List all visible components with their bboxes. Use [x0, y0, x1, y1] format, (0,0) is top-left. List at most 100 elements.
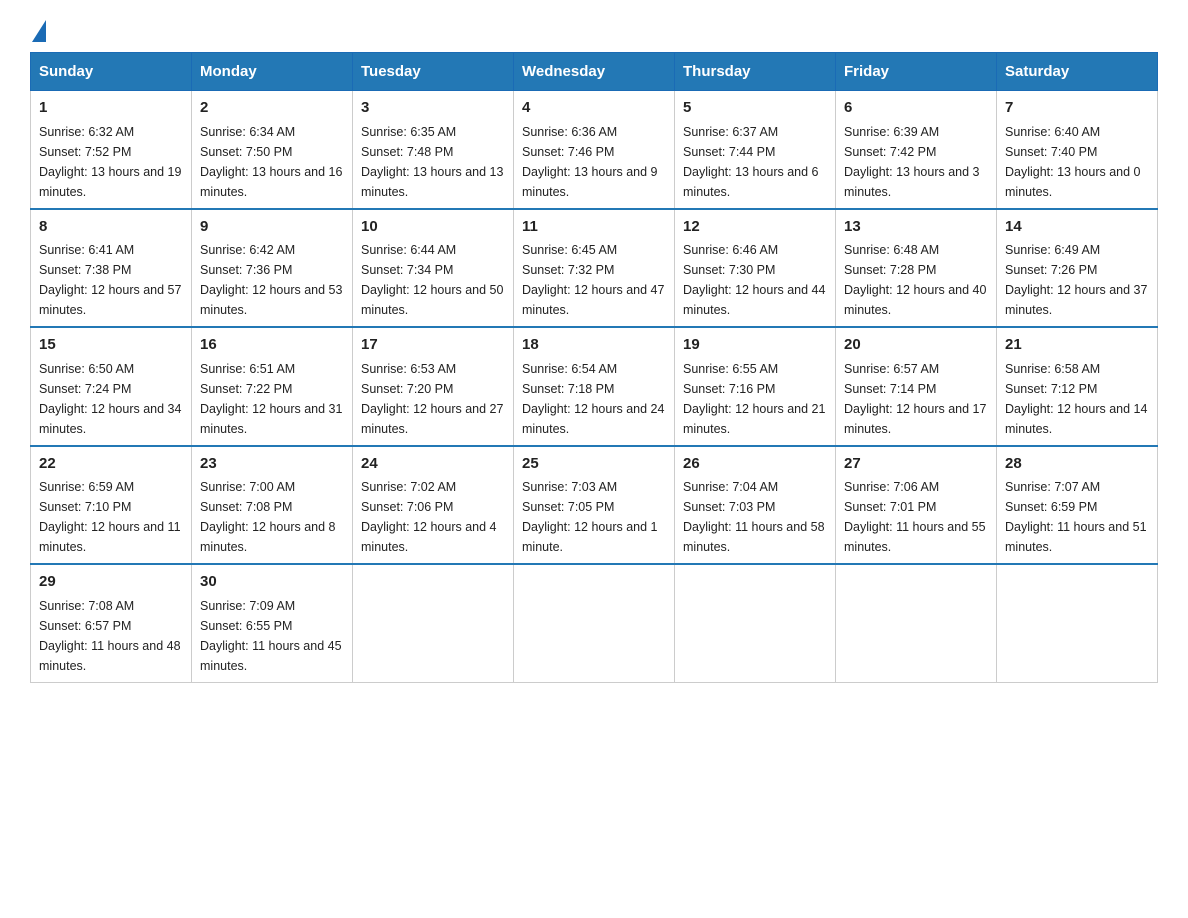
weekday-header-cell: Saturday [997, 53, 1158, 91]
day-info: Sunrise: 6:55 AMSunset: 7:16 PMDaylight:… [683, 359, 827, 439]
day-info: Sunrise: 6:36 AMSunset: 7:46 PMDaylight:… [522, 122, 666, 202]
calendar-day-cell: 27Sunrise: 7:06 AMSunset: 7:01 PMDayligh… [836, 446, 997, 565]
day-info: Sunrise: 7:09 AMSunset: 6:55 PMDaylight:… [200, 596, 344, 676]
day-info: Sunrise: 6:41 AMSunset: 7:38 PMDaylight:… [39, 240, 183, 320]
day-number: 5 [683, 97, 827, 120]
day-number: 28 [1005, 453, 1149, 476]
calendar-day-cell: 15Sunrise: 6:50 AMSunset: 7:24 PMDayligh… [31, 327, 192, 446]
calendar-day-cell: 26Sunrise: 7:04 AMSunset: 7:03 PMDayligh… [675, 446, 836, 565]
calendar-day-cell: 28Sunrise: 7:07 AMSunset: 6:59 PMDayligh… [997, 446, 1158, 565]
calendar-day-cell: 13Sunrise: 6:48 AMSunset: 7:28 PMDayligh… [836, 209, 997, 328]
calendar-day-cell: 17Sunrise: 6:53 AMSunset: 7:20 PMDayligh… [353, 327, 514, 446]
day-info: Sunrise: 6:51 AMSunset: 7:22 PMDaylight:… [200, 359, 344, 439]
calendar-day-cell: 9Sunrise: 6:42 AMSunset: 7:36 PMDaylight… [192, 209, 353, 328]
day-info: Sunrise: 6:40 AMSunset: 7:40 PMDaylight:… [1005, 122, 1149, 202]
day-info: Sunrise: 7:00 AMSunset: 7:08 PMDaylight:… [200, 477, 344, 557]
calendar-day-cell: 8Sunrise: 6:41 AMSunset: 7:38 PMDaylight… [31, 209, 192, 328]
day-number: 6 [844, 97, 988, 120]
calendar-day-cell: 19Sunrise: 6:55 AMSunset: 7:16 PMDayligh… [675, 327, 836, 446]
day-number: 4 [522, 97, 666, 120]
calendar-day-cell: 22Sunrise: 6:59 AMSunset: 7:10 PMDayligh… [31, 446, 192, 565]
day-info: Sunrise: 6:53 AMSunset: 7:20 PMDaylight:… [361, 359, 505, 439]
calendar-day-cell: 2Sunrise: 6:34 AMSunset: 7:50 PMDaylight… [192, 91, 353, 209]
day-info: Sunrise: 7:06 AMSunset: 7:01 PMDaylight:… [844, 477, 988, 557]
day-number: 29 [39, 571, 183, 594]
calendar-day-cell [514, 564, 675, 682]
calendar-day-cell: 12Sunrise: 6:46 AMSunset: 7:30 PMDayligh… [675, 209, 836, 328]
day-number: 8 [39, 216, 183, 239]
calendar-day-cell: 6Sunrise: 6:39 AMSunset: 7:42 PMDaylight… [836, 91, 997, 209]
day-number: 26 [683, 453, 827, 476]
calendar-day-cell: 7Sunrise: 6:40 AMSunset: 7:40 PMDaylight… [997, 91, 1158, 209]
day-number: 22 [39, 453, 183, 476]
day-info: Sunrise: 6:57 AMSunset: 7:14 PMDaylight:… [844, 359, 988, 439]
calendar-day-cell: 18Sunrise: 6:54 AMSunset: 7:18 PMDayligh… [514, 327, 675, 446]
calendar-week-row: 22Sunrise: 6:59 AMSunset: 7:10 PMDayligh… [31, 446, 1158, 565]
calendar-day-cell: 11Sunrise: 6:45 AMSunset: 7:32 PMDayligh… [514, 209, 675, 328]
calendar-day-cell: 25Sunrise: 7:03 AMSunset: 7:05 PMDayligh… [514, 446, 675, 565]
calendar-week-row: 29Sunrise: 7:08 AMSunset: 6:57 PMDayligh… [31, 564, 1158, 682]
calendar-day-cell: 24Sunrise: 7:02 AMSunset: 7:06 PMDayligh… [353, 446, 514, 565]
day-info: Sunrise: 6:45 AMSunset: 7:32 PMDaylight:… [522, 240, 666, 320]
calendar-day-cell: 16Sunrise: 6:51 AMSunset: 7:22 PMDayligh… [192, 327, 353, 446]
calendar-day-cell: 29Sunrise: 7:08 AMSunset: 6:57 PMDayligh… [31, 564, 192, 682]
day-info: Sunrise: 6:35 AMSunset: 7:48 PMDaylight:… [361, 122, 505, 202]
day-number: 30 [200, 571, 344, 594]
day-number: 14 [1005, 216, 1149, 239]
calendar-table: SundayMondayTuesdayWednesdayThursdayFrid… [30, 52, 1158, 683]
day-number: 12 [683, 216, 827, 239]
day-number: 7 [1005, 97, 1149, 120]
day-info: Sunrise: 6:34 AMSunset: 7:50 PMDaylight:… [200, 122, 344, 202]
calendar-day-cell: 5Sunrise: 6:37 AMSunset: 7:44 PMDaylight… [675, 91, 836, 209]
weekday-header-cell: Monday [192, 53, 353, 91]
calendar-day-cell: 21Sunrise: 6:58 AMSunset: 7:12 PMDayligh… [997, 327, 1158, 446]
day-number: 18 [522, 334, 666, 357]
day-info: Sunrise: 7:02 AMSunset: 7:06 PMDaylight:… [361, 477, 505, 557]
day-number: 9 [200, 216, 344, 239]
calendar-week-row: 8Sunrise: 6:41 AMSunset: 7:38 PMDaylight… [31, 209, 1158, 328]
day-number: 16 [200, 334, 344, 357]
calendar-day-cell: 23Sunrise: 7:00 AMSunset: 7:08 PMDayligh… [192, 446, 353, 565]
day-info: Sunrise: 7:07 AMSunset: 6:59 PMDaylight:… [1005, 477, 1149, 557]
calendar-day-cell: 20Sunrise: 6:57 AMSunset: 7:14 PMDayligh… [836, 327, 997, 446]
day-number: 1 [39, 97, 183, 120]
calendar-day-cell [997, 564, 1158, 682]
day-info: Sunrise: 6:39 AMSunset: 7:42 PMDaylight:… [844, 122, 988, 202]
weekday-header-cell: Tuesday [353, 53, 514, 91]
weekday-header-cell: Sunday [31, 53, 192, 91]
day-number: 19 [683, 334, 827, 357]
calendar-day-cell: 3Sunrise: 6:35 AMSunset: 7:48 PMDaylight… [353, 91, 514, 209]
day-info: Sunrise: 6:54 AMSunset: 7:18 PMDaylight:… [522, 359, 666, 439]
weekday-header-cell: Thursday [675, 53, 836, 91]
day-number: 15 [39, 334, 183, 357]
day-info: Sunrise: 6:58 AMSunset: 7:12 PMDaylight:… [1005, 359, 1149, 439]
day-info: Sunrise: 6:48 AMSunset: 7:28 PMDaylight:… [844, 240, 988, 320]
day-number: 20 [844, 334, 988, 357]
day-number: 11 [522, 216, 666, 239]
day-number: 24 [361, 453, 505, 476]
day-info: Sunrise: 7:04 AMSunset: 7:03 PMDaylight:… [683, 477, 827, 557]
calendar-body: 1Sunrise: 6:32 AMSunset: 7:52 PMDaylight… [31, 91, 1158, 683]
day-info: Sunrise: 6:46 AMSunset: 7:30 PMDaylight:… [683, 240, 827, 320]
day-number: 3 [361, 97, 505, 120]
calendar-week-row: 15Sunrise: 6:50 AMSunset: 7:24 PMDayligh… [31, 327, 1158, 446]
calendar-week-row: 1Sunrise: 6:32 AMSunset: 7:52 PMDaylight… [31, 91, 1158, 209]
day-info: Sunrise: 6:49 AMSunset: 7:26 PMDaylight:… [1005, 240, 1149, 320]
calendar-day-cell: 4Sunrise: 6:36 AMSunset: 7:46 PMDaylight… [514, 91, 675, 209]
calendar-day-cell [675, 564, 836, 682]
day-number: 25 [522, 453, 666, 476]
page-header [30, 20, 1158, 42]
day-info: Sunrise: 6:32 AMSunset: 7:52 PMDaylight:… [39, 122, 183, 202]
calendar-day-cell: 14Sunrise: 6:49 AMSunset: 7:26 PMDayligh… [997, 209, 1158, 328]
calendar-day-cell: 30Sunrise: 7:09 AMSunset: 6:55 PMDayligh… [192, 564, 353, 682]
logo [30, 20, 48, 42]
day-info: Sunrise: 7:03 AMSunset: 7:05 PMDaylight:… [522, 477, 666, 557]
day-info: Sunrise: 6:37 AMSunset: 7:44 PMDaylight:… [683, 122, 827, 202]
day-info: Sunrise: 6:50 AMSunset: 7:24 PMDaylight:… [39, 359, 183, 439]
day-number: 2 [200, 97, 344, 120]
day-number: 21 [1005, 334, 1149, 357]
weekday-header-row: SundayMondayTuesdayWednesdayThursdayFrid… [31, 53, 1158, 91]
calendar-day-cell: 10Sunrise: 6:44 AMSunset: 7:34 PMDayligh… [353, 209, 514, 328]
calendar-day-cell [353, 564, 514, 682]
day-number: 23 [200, 453, 344, 476]
